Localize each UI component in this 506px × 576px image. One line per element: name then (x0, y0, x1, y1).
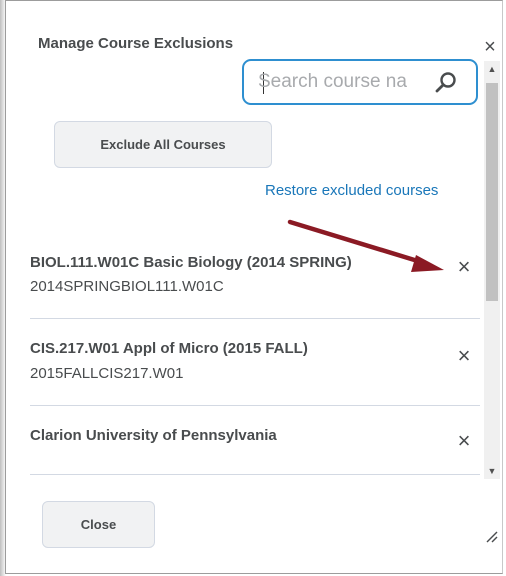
remove-icon[interactable]: × (454, 345, 474, 367)
exclude-all-courses-button[interactable]: Exclude All Courses (54, 121, 272, 168)
dialog-title: Manage Course Exclusions (38, 35, 234, 52)
course-code: 2014SPRINGBIOL111.W01C (30, 278, 224, 295)
scrollbar[interactable]: ▲ ▼ (484, 61, 500, 479)
search-box[interactable] (242, 59, 478, 105)
course-row: CIS.217.W01 Appl of Micro (2015 FALL) 20… (30, 319, 480, 406)
close-button[interactable]: Close (42, 501, 155, 548)
course-title: CIS.217.W01 Appl of Micro (2015 FALL) (30, 340, 308, 357)
scroll-up-icon[interactable]: ▲ (484, 61, 500, 77)
course-code: 2015FALLCIS217.W01 (30, 365, 184, 382)
resize-grip-icon[interactable] (484, 529, 498, 543)
course-title: Clarion University of Pennsylvania (30, 427, 277, 444)
search-input[interactable] (258, 68, 428, 96)
course-title: BIOL.111.W01C Basic Biology (2014 SPRING… (30, 254, 352, 271)
course-row: BIOL.111.W01C Basic Biology (2014 SPRING… (30, 231, 480, 319)
course-list: BIOL.111.W01C Basic Biology (2014 SPRING… (30, 231, 480, 475)
remove-icon[interactable]: × (454, 256, 474, 278)
search-icon[interactable] (434, 71, 458, 95)
manage-course-exclusions-dialog: Manage Course Exclusions × Exclude All C… (5, 0, 503, 574)
course-row: Clarion University of Pennsylvania × (30, 406, 480, 475)
close-icon[interactable]: × (480, 37, 500, 57)
restore-excluded-courses-link[interactable]: Restore excluded courses (265, 182, 438, 199)
scroll-down-icon[interactable]: ▼ (484, 463, 500, 479)
scrollbar-thumb[interactable] (486, 83, 498, 301)
remove-icon[interactable]: × (454, 430, 474, 452)
